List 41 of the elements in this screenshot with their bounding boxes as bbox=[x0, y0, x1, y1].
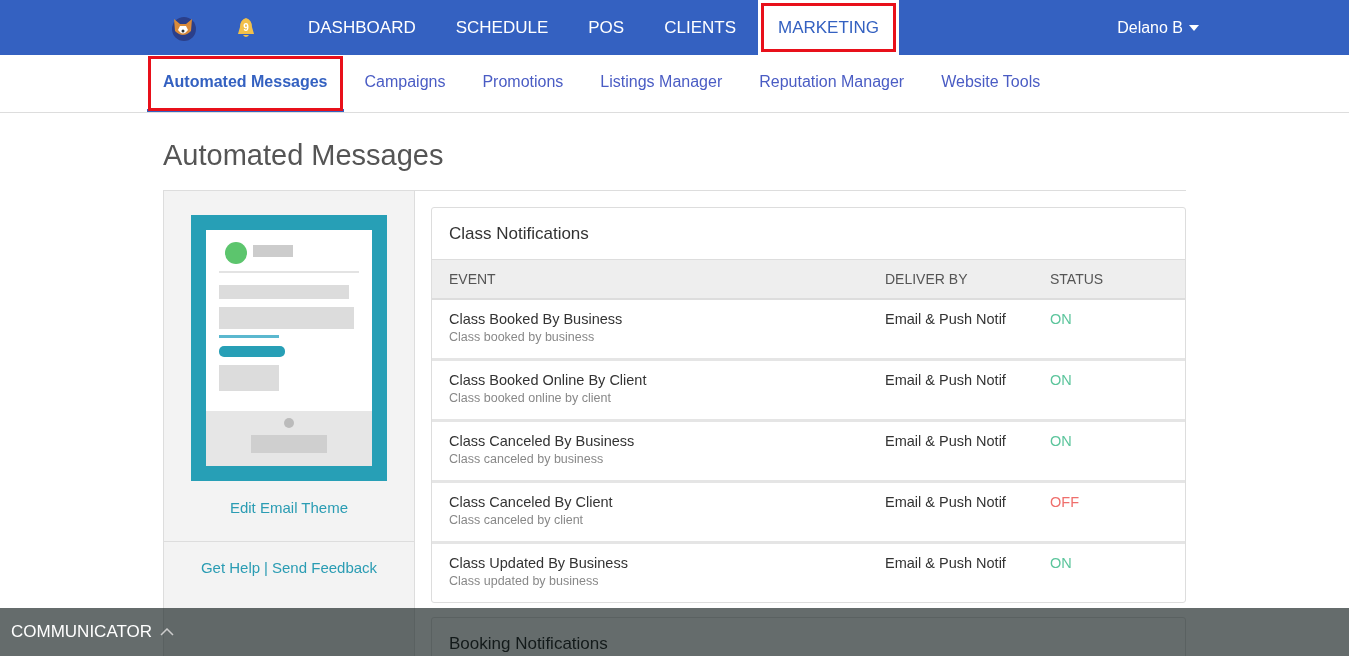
sub-nav-tab[interactable]: Promotions bbox=[466, 55, 580, 112]
event-name: Class Canceled By Business bbox=[449, 433, 636, 449]
delivery-method: Email & Push Notif bbox=[885, 371, 1007, 390]
column-header: STATUS bbox=[1050, 271, 1105, 287]
caret-icon bbox=[1189, 24, 1199, 31]
get-help-link[interactable]: Get Help bbox=[200, 559, 261, 576]
event-name: Class Canceled By Client bbox=[449, 494, 614, 510]
sub-nav-tab[interactable]: Automated Messages bbox=[147, 55, 344, 112]
delivery-method: Email & Push Notif bbox=[885, 432, 1007, 451]
event-description: Class canceled by client bbox=[449, 513, 585, 527]
sub-nav-tab[interactable]: Campaigns bbox=[348, 55, 462, 112]
card-title: Booking Notifications bbox=[448, 633, 609, 655]
delivery-method: Email & Push Notif bbox=[885, 310, 1007, 329]
dog-avatar-icon[interactable] bbox=[170, 14, 196, 41]
nav-tab[interactable]: DASHBOARD bbox=[288, 0, 436, 55]
event-name: Class Booked Online By Client bbox=[449, 372, 648, 388]
event-description: Class booked by business bbox=[449, 330, 596, 344]
nav-tab[interactable]: SCHEDULE bbox=[435, 0, 569, 55]
event-name: Class Updated By Business bbox=[449, 555, 629, 571]
sub-nav-tab[interactable]: Website Tools bbox=[925, 55, 1057, 112]
event-name: Class Booked By Business bbox=[449, 311, 624, 327]
edit-email-theme-link[interactable]: Edit Email Theme bbox=[229, 499, 349, 516]
delivery-method: Email & Push Notif bbox=[885, 554, 1007, 573]
event-description: Class booked online by client bbox=[449, 391, 612, 405]
sub-nav-tab[interactable]: Listings Manager bbox=[584, 55, 739, 112]
column-header: EVENT bbox=[449, 271, 497, 287]
communicator-label: COMMUNICATOR bbox=[11, 622, 153, 642]
delivery-method: Email & Push Notif bbox=[885, 493, 1007, 512]
send-feedback-link[interactable]: Send Feedback bbox=[272, 559, 378, 576]
user-menu[interactable]: Delano B bbox=[1117, 0, 1199, 55]
page-title: Automated Messages bbox=[163, 139, 445, 172]
card-title: Class Notifications bbox=[448, 223, 590, 245]
nav-tab[interactable]: POS bbox=[568, 0, 645, 55]
event-description: Class canceled by business bbox=[449, 452, 605, 466]
sub-nav-tab[interactable]: Reputation Manager bbox=[743, 55, 921, 112]
status-toggle[interactable]: OFF bbox=[1050, 486, 1079, 510]
nav-tab[interactable]: MARKETING bbox=[758, 0, 900, 55]
column-header: DELIVER BY bbox=[885, 271, 969, 287]
nav-tab[interactable]: CLIENTS bbox=[644, 0, 756, 55]
event-description: Class updated by business bbox=[449, 574, 600, 588]
link-separator: | bbox=[264, 559, 268, 576]
